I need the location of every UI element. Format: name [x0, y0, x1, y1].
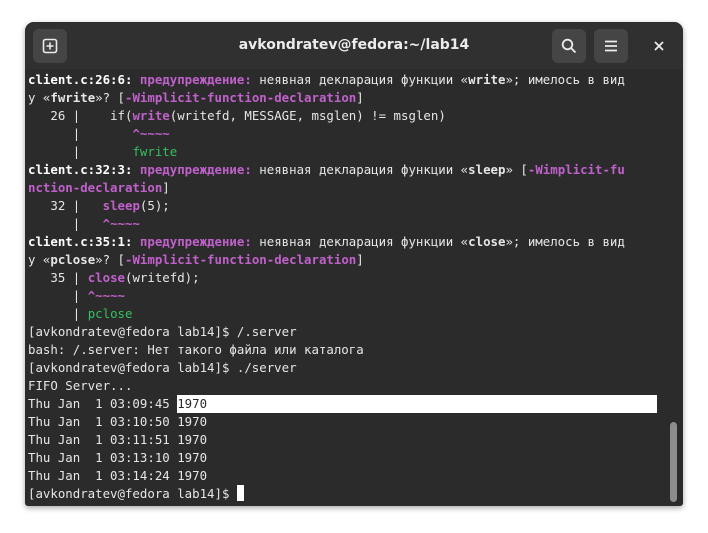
terminal-window: avkondratev@fedora:~/lab14 client.c:26:6…: [25, 22, 683, 506]
terminal-line: | fwrite: [28, 144, 178, 159]
terminal-line: Thu Jan 1 03:09:45 1970: [28, 395, 666, 413]
terminal-line: client.c:32:3: предупреждение: неявная д…: [28, 162, 625, 177]
scrollbar-thumb[interactable]: [670, 422, 677, 502]
terminal-line: [avkondratev@fedora lab14]$ /.server: [28, 324, 297, 339]
terminal-line: 26 | if(write(writefd, MESSAGE, msglen) …: [28, 108, 446, 123]
terminal-line: bash: /.server: Нет такого файла или кат…: [28, 342, 364, 357]
hamburger-menu-icon: [605, 40, 617, 52]
search-icon: [561, 38, 577, 54]
terminal-line: [avkondratev@fedora lab14]$ ./server: [28, 360, 297, 375]
terminal-line: у «fwrite»? [-Wimplicit-function-declara…: [28, 90, 364, 105]
terminal-line: у «pclose»? [-Wimplicit-function-declara…: [28, 252, 364, 267]
menu-button[interactable]: [594, 29, 628, 63]
terminal-line: | ^~~~~: [28, 288, 125, 303]
prompt-line[interactable]: [avkondratev@fedora lab14]$: [28, 485, 666, 503]
terminal-line: | ^~~~~: [28, 126, 170, 141]
header-bar: avkondratev@fedora:~/lab14: [25, 22, 683, 69]
search-button[interactable]: [552, 29, 586, 63]
terminal-line: Thu Jan 1 03:10:50 1970: [28, 414, 208, 429]
terminal-line: client.c:26:6: предупреждение: неявная д…: [28, 72, 625, 87]
terminal-line: | ^~~~~: [28, 216, 140, 231]
new-tab-icon: [42, 38, 58, 54]
terminal-line: client.c:35:1: предупреждение: неявная д…: [28, 234, 625, 249]
terminal-line: Thu Jan 1 03:11:51 1970: [28, 432, 208, 447]
terminal-line: Thu Jan 1 03:14:24 1970: [28, 468, 208, 483]
terminal-line: Thu Jan 1 03:13:10 1970: [28, 450, 208, 465]
new-tab-button[interactable]: [33, 29, 67, 63]
terminal-output[interactable]: client.c:26:6: предупреждение: неявная д…: [28, 71, 666, 506]
close-button[interactable]: [642, 29, 676, 63]
terminal-line: | pclose: [28, 306, 133, 321]
terminal-line: 35 | close(writefd);: [28, 270, 200, 285]
terminal-line: FIFO Server...: [28, 378, 133, 393]
terminal-line: 32 | sleep(5);: [28, 198, 170, 213]
selection-highlight: 1970: [177, 395, 658, 413]
text-cursor: [236, 485, 244, 501]
terminal-line: nction-declaration]: [28, 180, 170, 195]
close-icon: [654, 41, 664, 51]
